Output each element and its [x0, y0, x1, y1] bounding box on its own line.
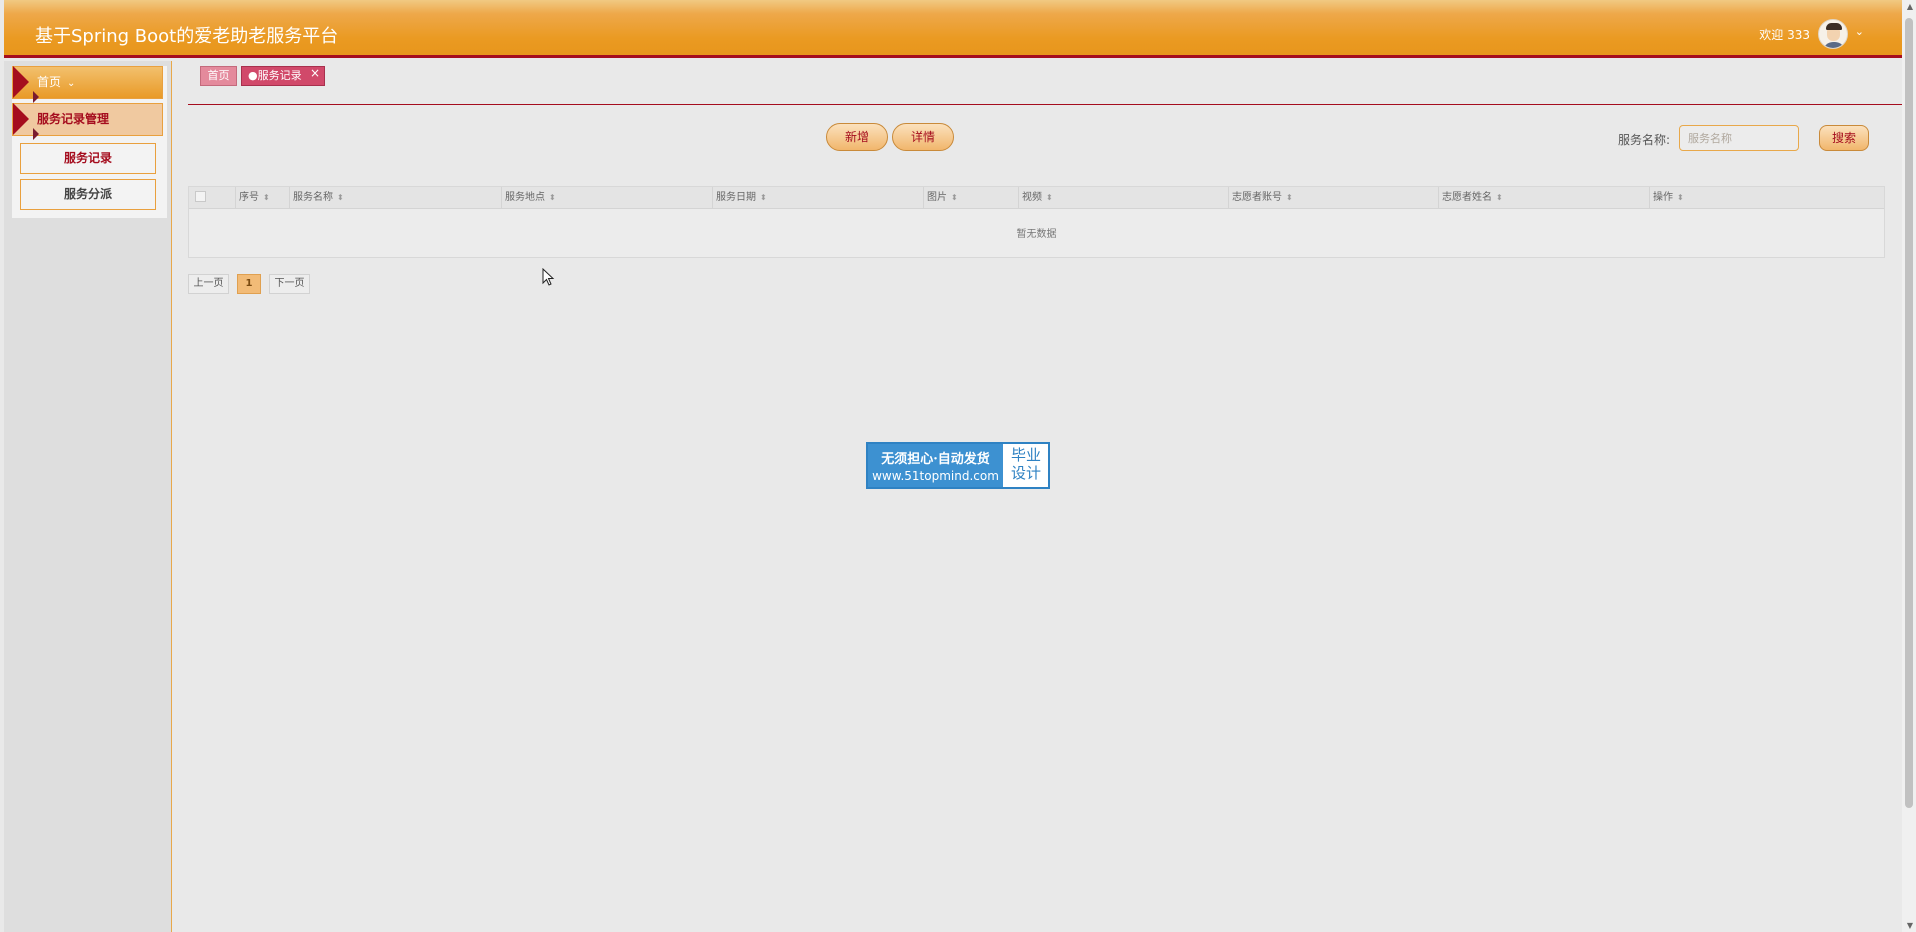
welcome-text: 欢迎 333	[1759, 28, 1810, 42]
column-header-service-name[interactable]: 服务名称 ⬍	[289, 187, 501, 209]
sidebar-subitem-service-dispatch[interactable]: 服务分派	[20, 179, 156, 210]
data-table: 序号 ⬍ 服务名称 ⬍ 服务地点 ⬍ 服务日期 ⬍ 图片 ⬍ 视频 ⬍ 志愿者账号 ⬍ 志愿者…	[188, 186, 1885, 258]
detail-button[interactable]: 详情	[892, 123, 954, 151]
close-icon[interactable]: ×	[310, 64, 320, 82]
tab-divider	[188, 104, 1905, 105]
sort-icon: ⬍	[1286, 193, 1293, 202]
sidebar-item-label: 服务记录管理	[37, 112, 110, 126]
arrow-right-icon	[13, 103, 39, 140]
column-header-service-location[interactable]: 服务地点 ⬍	[501, 187, 712, 209]
top-header: 基于Spring Boot的爱老助老服务平台 欢迎 333 ⌄	[4, 0, 1902, 58]
watermark-line2: www.51topmind.com	[872, 469, 999, 483]
app-title: 基于Spring Boot的爱老助老服务平台	[35, 26, 339, 47]
sort-icon: ⬍	[760, 193, 767, 202]
sidebar-item-service-records-management[interactable]: 服务记录管理	[12, 103, 163, 140]
scrollbar-thumb[interactable]	[1905, 18, 1913, 808]
sort-icon: ⬍	[263, 193, 270, 202]
table-header: 序号 ⬍ 服务名称 ⬍ 服务地点 ⬍ 服务日期 ⬍ 图片 ⬍ 视频 ⬍ 志愿者账号 ⬍ 志愿者…	[189, 187, 1884, 209]
select-all-checkbox[interactable]	[195, 191, 206, 202]
page-1-button[interactable]: 1	[237, 274, 261, 294]
watermark-right-line1: 毕业	[1010, 446, 1041, 464]
sidebar-item-label: 首页	[37, 75, 62, 89]
avatar-hair	[1826, 23, 1842, 30]
watermark-right: 毕业 设计	[1005, 446, 1047, 482]
sort-icon: ⬍	[549, 193, 556, 202]
arrow-right-icon	[13, 66, 39, 103]
search-input[interactable]	[1679, 125, 1799, 151]
column-header-image[interactable]: 图片 ⬍	[923, 187, 1018, 209]
scroll-up-icon[interactable]: ▲	[1907, 2, 1913, 11]
avatar-body	[1823, 42, 1845, 48]
watermark-right-line2: 设计	[1010, 464, 1041, 482]
sort-icon: ⬍	[1677, 193, 1684, 202]
sort-icon: ⬍	[1046, 193, 1053, 202]
user-avatar-icon[interactable]	[1818, 19, 1848, 49]
column-header-video[interactable]: 视频 ⬍	[1018, 187, 1228, 209]
add-button[interactable]: 新增	[826, 123, 888, 151]
empty-state-text: 暂无数据	[1016, 229, 1057, 240]
column-header-volunteer-account[interactable]: 志愿者账号 ⬍	[1228, 187, 1438, 209]
vertical-scrollbar[interactable]: ▲ ▼	[1902, 0, 1916, 932]
sidebar: 首页 ⌄ 服务记录管理 服务记录 服务分派	[4, 61, 172, 932]
search-label: 服务名称:	[1618, 133, 1671, 147]
tab-service-records[interactable]: ●服务记录 ×	[241, 66, 325, 86]
sidebar-subitem-service-records[interactable]: 服务记录	[20, 143, 156, 174]
column-header-actions[interactable]: 操作 ⬍	[1649, 187, 1884, 209]
column-header-volunteer-name[interactable]: 志愿者姓名 ⬍	[1438, 187, 1649, 209]
side-menu: 首页 ⌄ 服务记录管理 服务记录 服务分派	[12, 66, 167, 218]
watermark-badge: 无须担心·自动发货 www.51topmind.com 毕业 设计	[866, 442, 1050, 489]
tab-label: ●服务记录	[248, 69, 302, 82]
scroll-down-icon[interactable]: ▼	[1907, 921, 1913, 930]
sidebar-item-home[interactable]: 首页 ⌄	[12, 66, 163, 103]
prev-page-button[interactable]: 上一页	[188, 274, 229, 294]
next-page-button[interactable]: 下一页	[269, 274, 310, 294]
column-header-service-date[interactable]: 服务日期 ⬍	[712, 187, 923, 209]
watermark-left: 无须担心·自动发货 www.51topmind.com	[868, 444, 1003, 487]
sort-icon: ⬍	[337, 193, 344, 202]
tab-home[interactable]: 首页	[200, 66, 237, 86]
mouse-cursor-icon	[542, 268, 555, 286]
sort-icon: ⬍	[951, 193, 958, 202]
watermark-line1: 无须担心·自动发货	[881, 452, 990, 467]
sort-icon: ⬍	[1496, 193, 1503, 202]
chevron-down-icon: ⌄	[67, 78, 76, 89]
search-button[interactable]: 搜索	[1819, 125, 1869, 151]
column-header-index[interactable]: 序号 ⬍	[235, 187, 289, 209]
chevron-down-icon[interactable]: ⌄	[1855, 25, 1864, 38]
